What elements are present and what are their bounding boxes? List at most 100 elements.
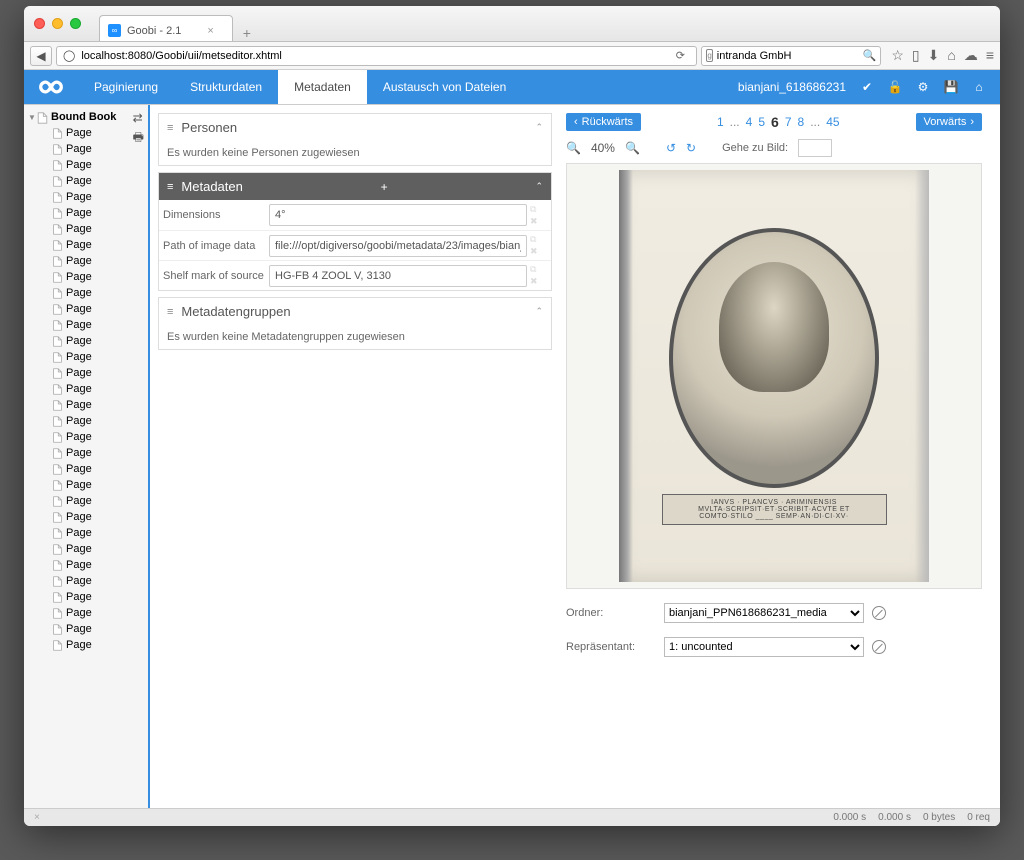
- zoom-in-icon[interactable]: 🔍: [625, 141, 640, 155]
- browser-tab[interactable]: ∞ Goobi - 2.1 ×: [99, 15, 233, 41]
- home-icon[interactable]: ⌂: [947, 47, 955, 64]
- tree-page-item[interactable]: Page: [26, 493, 133, 509]
- tab-metadaten[interactable]: Metadaten: [278, 70, 367, 104]
- star-icon[interactable]: ☆: [891, 47, 904, 64]
- tree-page-item[interactable]: Page: [26, 269, 133, 285]
- next-button[interactable]: Vorwärts›: [916, 113, 982, 131]
- browser-extension-icons: ☆ ▯ ⬇ ⌂ ☁ ≡: [891, 47, 994, 64]
- tree-page-item[interactable]: Page: [26, 573, 133, 589]
- tree-page-item[interactable]: Page: [26, 621, 133, 637]
- url-bar[interactable]: ◯ ⟳: [56, 46, 697, 66]
- tree-page-item[interactable]: Page: [26, 525, 133, 541]
- search-box[interactable]: g 🔍: [701, 46, 881, 66]
- tree-page-item[interactable]: Page: [26, 125, 133, 141]
- tree-page-item[interactable]: Page: [26, 285, 133, 301]
- check-icon[interactable]: ✔: [860, 80, 874, 94]
- delete-icon[interactable]: ✖: [530, 246, 551, 257]
- tree-page-item[interactable]: Page: [26, 205, 133, 221]
- tree-root-item[interactable]: ▼Bound Book: [26, 109, 133, 125]
- close-tab-icon[interactable]: ×: [207, 25, 213, 37]
- repr-select[interactable]: 1: uncounted: [664, 637, 864, 657]
- tree-page-item[interactable]: Page: [26, 317, 133, 333]
- new-tab-button[interactable]: +: [237, 25, 257, 41]
- tree-page-item[interactable]: Page: [26, 557, 133, 573]
- menu-icon[interactable]: ≡: [986, 47, 994, 64]
- tree-page-item[interactable]: Page: [26, 461, 133, 477]
- tree-page-item[interactable]: Page: [26, 413, 133, 429]
- pagination-page[interactable]: 5: [758, 115, 765, 129]
- tree-page-item[interactable]: Page: [26, 637, 133, 653]
- pagination-page[interactable]: 7: [785, 115, 792, 129]
- copy-icon[interactable]: ⧉: [530, 204, 551, 215]
- unlock-icon[interactable]: 🔓: [888, 80, 902, 94]
- close-status-icon[interactable]: ×: [34, 812, 40, 823]
- rotate-right-icon[interactable]: ↻: [686, 141, 696, 155]
- back-button[interactable]: ◀: [30, 46, 52, 66]
- add-icon[interactable]: +: [381, 180, 388, 194]
- pagination-page[interactable]: 8: [798, 115, 805, 129]
- prev-button[interactable]: ‹Rückwärts: [566, 113, 641, 131]
- meta-input-shelf[interactable]: [269, 265, 527, 287]
- zoom-out-icon[interactable]: 🔍: [566, 141, 581, 155]
- copy-icon[interactable]: ⧉: [530, 264, 551, 275]
- tree-page-item[interactable]: Page: [26, 445, 133, 461]
- zoom-window-button[interactable]: [70, 18, 81, 29]
- refresh-folder-icon[interactable]: [872, 606, 886, 620]
- panel-header-personen[interactable]: ≡ Personen ⌃: [159, 114, 551, 141]
- tree-page-item[interactable]: Page: [26, 605, 133, 621]
- collapse-icon[interactable]: ⌃: [535, 181, 543, 192]
- tree-page-item[interactable]: Page: [26, 589, 133, 605]
- close-window-button[interactable]: [34, 18, 45, 29]
- minimize-window-button[interactable]: [52, 18, 63, 29]
- delete-icon[interactable]: ✖: [530, 216, 551, 227]
- tree-page-item[interactable]: Page: [26, 173, 133, 189]
- url-input[interactable]: [81, 50, 664, 62]
- refresh-repr-icon[interactable]: [872, 640, 886, 654]
- tree-page-item[interactable]: Page: [26, 365, 133, 381]
- delete-icon[interactable]: ✖: [530, 276, 551, 287]
- clipboard-icon[interactable]: ▯: [912, 47, 920, 64]
- collapse-icon[interactable]: ⌃: [535, 122, 543, 133]
- tree-page-item[interactable]: Page: [26, 141, 133, 157]
- tab-austausch[interactable]: Austausch von Dateien: [367, 70, 522, 104]
- pagination-page[interactable]: 4: [746, 115, 753, 129]
- pagination-page[interactable]: 1: [717, 115, 724, 129]
- tree-page-item[interactable]: Page: [26, 237, 133, 253]
- image-viewer[interactable]: IANVS · PLANCVS · ARIMINENSIS MVLTA·SCRI…: [566, 163, 982, 589]
- tree-page-item[interactable]: Page: [26, 157, 133, 173]
- tree-page-item[interactable]: Page: [26, 349, 133, 365]
- tree-page-item[interactable]: Page: [26, 189, 133, 205]
- home-app-icon[interactable]: ⌂: [972, 80, 986, 94]
- tree-page-item[interactable]: Page: [26, 509, 133, 525]
- tree-page-item[interactable]: Page: [26, 429, 133, 445]
- tree-page-item[interactable]: Page: [26, 253, 133, 269]
- tree-page-item[interactable]: Page: [26, 301, 133, 317]
- save-icon[interactable]: 💾: [944, 80, 958, 94]
- tree-page-item[interactable]: Page: [26, 477, 133, 493]
- meta-input-path[interactable]: [269, 235, 527, 257]
- tree-page-item[interactable]: Page: [26, 333, 133, 349]
- print-icon[interactable]: 🖶: [133, 128, 144, 149]
- panel-header-metadaten[interactable]: ≡ Metadaten + ⌃: [159, 173, 551, 200]
- rotate-left-icon[interactable]: ↺: [666, 141, 676, 155]
- tree-page-item[interactable]: Page: [26, 541, 133, 557]
- tree-page-item[interactable]: Page: [26, 221, 133, 237]
- reload-icon[interactable]: ⟳: [670, 49, 690, 62]
- download-icon[interactable]: ⬇: [928, 47, 940, 64]
- firebug-icon[interactable]: ☁: [964, 47, 978, 64]
- tree-page-item[interactable]: Page: [26, 397, 133, 413]
- ordner-select[interactable]: bianjani_PPN618686231_media: [664, 603, 864, 623]
- tab-paginierung[interactable]: Paginierung: [78, 70, 174, 104]
- meta-input-dimensions[interactable]: [269, 204, 527, 226]
- gear-icon[interactable]: ⚙: [916, 80, 930, 94]
- tree-page-item[interactable]: Page: [26, 381, 133, 397]
- goto-input[interactable]: [798, 139, 832, 157]
- search-input[interactable]: [717, 50, 859, 62]
- link-icon[interactable]: ⇄: [133, 111, 144, 125]
- collapse-icon[interactable]: ⌃: [535, 306, 543, 317]
- panel-header-gruppen[interactable]: ≡ Metadatengruppen ⌃: [159, 298, 551, 325]
- copy-icon[interactable]: ⧉: [530, 234, 551, 245]
- app-logo-icon[interactable]: [36, 72, 66, 102]
- pagination-page[interactable]: 45: [826, 115, 839, 129]
- tab-strukturdaten[interactable]: Strukturdaten: [174, 70, 278, 104]
